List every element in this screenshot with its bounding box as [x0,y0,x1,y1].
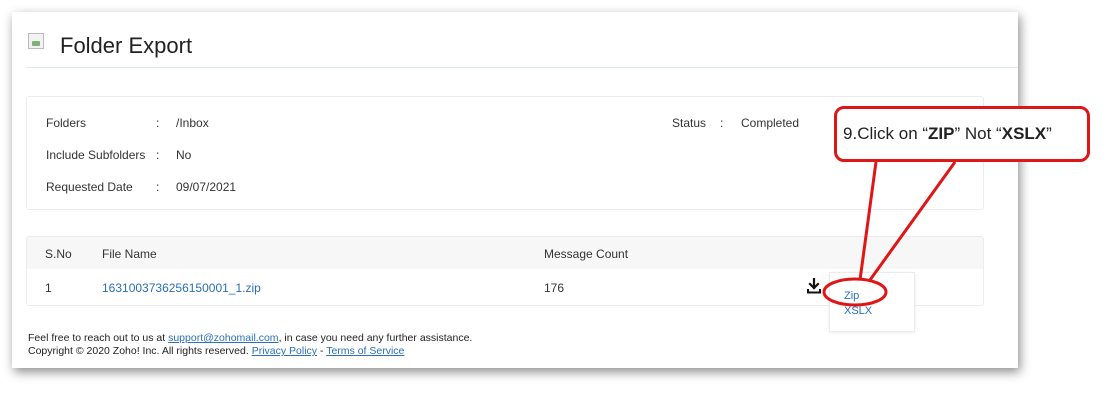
subfolders-value: No [176,148,192,162]
folders-value: /Inbox [176,116,209,130]
download-icon[interactable] [807,278,821,294]
separator: : [156,148,160,162]
copyright-line: Copyright © 2020 Zoho! Inc. All rights r… [28,345,472,358]
export-window: Folder Export Folders : /Inbox Include S… [12,12,1018,368]
column-header-sno: S.No [45,247,72,261]
instruction-callout: 9. Click on “ZIP” Not “XSLX” [834,106,1090,162]
subfolders-row: Include Subfolders : No [46,148,191,162]
table-header: S.No File Name Message Count [27,237,983,269]
link-separator: - [317,345,327,357]
callout-zip: ZIP [928,124,955,143]
footer: Feel free to reach out to us at support@… [28,332,472,358]
menu-item-xslx[interactable]: XSLX [844,305,872,317]
support-line: Feel free to reach out to us at support@… [28,332,472,345]
status-label: Status [672,116,707,130]
page-header: Folder Export [28,26,192,66]
column-header-file-name: File Name [102,247,157,261]
support-text-suffix: , in case you need any further assistanc… [278,332,473,344]
requested-date-label: Requested Date [46,180,133,194]
callout-step: 9. [843,124,858,143]
page-title: Folder Export [60,33,193,58]
menu-item-zip[interactable]: Zip [844,290,859,302]
row-sno: 1 [45,281,52,295]
folders-label: Folders [46,116,87,130]
callout-text: ” [1046,124,1052,143]
status-row: Status : Completed [672,116,799,130]
row-message-count: 176 [544,281,565,295]
terms-of-service-link[interactable]: Terms of Service [326,345,404,357]
separator: : [156,116,160,130]
support-text: Feel free to reach out to us at [28,332,169,344]
folders-row: Folders : /Inbox [46,116,209,130]
file-name-link[interactable]: 1631003736256150001_1.zip [102,281,261,295]
status-value: Completed [741,116,800,130]
header-divider [26,67,1018,68]
callout-text: Click on “ [857,124,929,143]
callout-xslx: XSLX [1001,124,1047,143]
separator: : [720,116,724,130]
support-email-link[interactable]: support@zohomail.com [168,332,278,344]
copyright-text: Copyright © 2020 Zoho! Inc. All rights r… [28,345,252,357]
requested-date-row: Requested Date : 09/07/2021 [46,180,236,194]
column-header-message-count: Message Count [544,247,629,261]
subfolders-label: Include Subfolders [46,148,146,162]
callout-text: ” Not “ [954,124,1002,143]
requested-date-value: 09/07/2021 [176,180,237,194]
download-format-menu: Zip XSLX [829,272,915,332]
broken-image-icon [28,33,44,49]
separator: : [156,180,160,194]
privacy-policy-link[interactable]: Privacy Policy [252,345,317,357]
